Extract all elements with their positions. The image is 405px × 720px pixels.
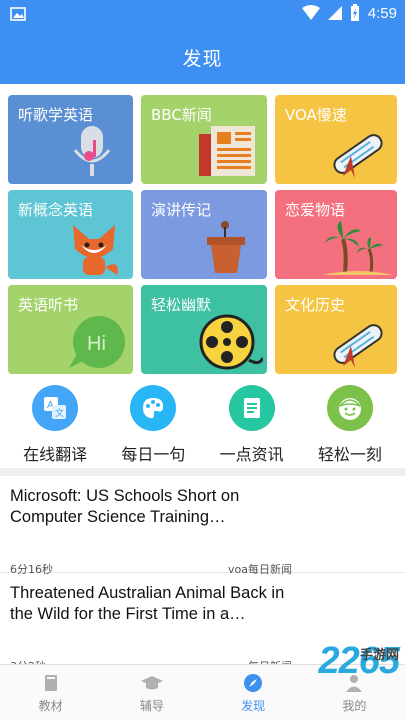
watermark-text: 手游网 bbox=[359, 647, 399, 662]
title-bar: 发现 bbox=[0, 30, 405, 84]
film-reel-icon bbox=[199, 314, 263, 370]
svg-text:Hi: Hi bbox=[87, 333, 106, 355]
podium-icon bbox=[207, 221, 245, 273]
shortcut-row: A文 在线翻译 每日一句 一点资讯 轻松一刻 bbox=[0, 385, 405, 465]
tile-culture-history[interactable]: 文化历史 bbox=[275, 285, 397, 374]
news-title: Threatened Australian Animal Back in the… bbox=[10, 584, 285, 623]
tab-label: 辅导 bbox=[139, 699, 164, 713]
tab-label: 发现 bbox=[241, 699, 266, 713]
page-title: 发现 bbox=[182, 47, 223, 70]
status-time: 4:59 bbox=[367, 4, 397, 22]
scroll-icon bbox=[333, 324, 383, 368]
smiley-icon bbox=[326, 385, 373, 431]
shortcut-relax-moment[interactable]: 轻松一刻 bbox=[305, 385, 395, 465]
tile-bbc-news[interactable]: BBC新闻 bbox=[141, 95, 267, 184]
fox-icon bbox=[73, 225, 118, 275]
status-bar: 4:59 bbox=[0, 0, 405, 30]
graduation-cap-icon bbox=[140, 676, 163, 690]
shortcut-online-translate[interactable]: A文 在线翻译 bbox=[10, 385, 100, 465]
tab-tutoring[interactable]: 辅导 bbox=[101, 665, 202, 720]
tab-textbook[interactable]: 教材 bbox=[0, 665, 101, 720]
list-item[interactable]: Microsoft: US Schools Short on Computer … bbox=[0, 476, 405, 576]
tile-english-audiobooks[interactable]: 英语听书 Hi bbox=[8, 285, 133, 374]
shortcut-news-digest[interactable]: 一点资讯 bbox=[207, 385, 297, 465]
image-notification-icon bbox=[10, 7, 26, 21]
category-grid: 听歌学英语 BBC新闻 VOA慢速 新概念英语 演讲传记 恋爱物语 英语听书 H… bbox=[8, 95, 397, 374]
scroll-icon bbox=[333, 134, 383, 178]
watermark-logo: 2265 手游网 bbox=[318, 640, 400, 683]
palette-icon bbox=[130, 385, 177, 431]
signal-icon bbox=[327, 6, 342, 20]
tile-voa-slow[interactable]: VOA慢速 bbox=[275, 95, 397, 184]
news-title: Microsoft: US Schools Short on Computer … bbox=[10, 487, 240, 526]
tab-label: 教材 bbox=[38, 699, 63, 713]
tile-speech-biography[interactable]: 演讲传记 bbox=[141, 190, 267, 279]
tile-love-stories[interactable]: 恋爱物语 bbox=[275, 190, 397, 279]
book-icon bbox=[44, 675, 57, 691]
tile-listen-songs[interactable]: 听歌学英语 bbox=[8, 95, 133, 184]
translate-icon: A文 bbox=[32, 385, 79, 431]
tile-new-concept[interactable]: 新概念英语 bbox=[8, 190, 133, 279]
shortcut-label: 每日一句 bbox=[121, 445, 186, 464]
newspaper-icon bbox=[199, 126, 255, 176]
palm-tree-icon bbox=[323, 221, 393, 275]
shortcut-label: 一点资讯 bbox=[219, 445, 284, 464]
microphone-icon bbox=[73, 126, 111, 176]
shortcut-label: 轻松一刻 bbox=[317, 445, 382, 464]
battery-icon bbox=[350, 4, 359, 21]
section-divider bbox=[0, 468, 405, 476]
hi-bubble-icon: Hi bbox=[69, 316, 125, 368]
tab-discover[interactable]: 发现 bbox=[203, 665, 304, 720]
compass-icon bbox=[244, 674, 263, 692]
tile-relaxed-humor[interactable]: 轻松幽默 bbox=[141, 285, 267, 374]
tab-label: 我的 bbox=[342, 699, 367, 713]
shortcut-daily-sentence[interactable]: 每日一句 bbox=[108, 385, 198, 465]
svg-text:文: 文 bbox=[55, 407, 64, 419]
shortcut-label: 在线翻译 bbox=[23, 445, 88, 464]
wifi-icon bbox=[301, 5, 320, 20]
document-icon bbox=[228, 385, 275, 431]
